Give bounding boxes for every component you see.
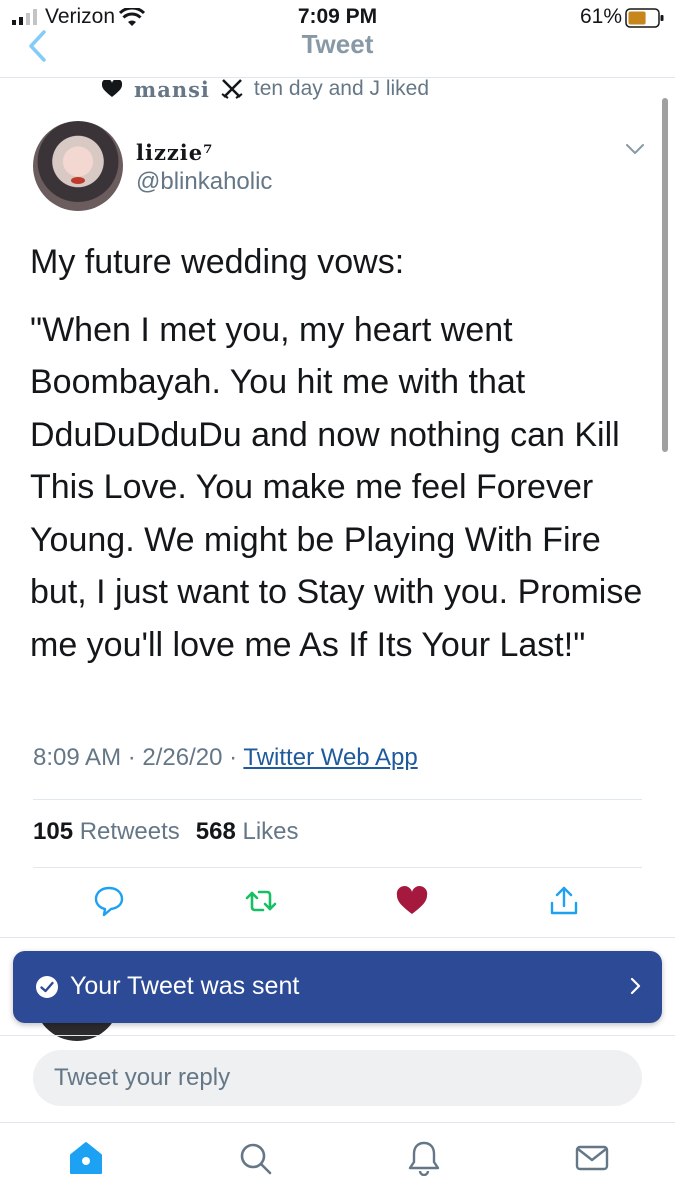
tweet-text: My future wedding vows: "When I met you,… [30,236,655,671]
retweet-icon[interactable] [245,885,277,917]
heart-icon [102,80,122,97]
tweet-date: 2/26/20 [142,744,223,771]
tweet-paragraph: "When I met you, my heart went Boombayah… [30,310,643,664]
divider [0,1122,675,1123]
notifications-icon[interactable] [406,1140,442,1176]
tweet-stats: 105 Retweets 568 Likes [33,818,299,846]
share-icon[interactable] [548,885,580,917]
retweets-stat[interactable]: 105 Retweets [33,818,180,846]
like-icon[interactable] [396,885,428,917]
divider [0,937,675,938]
reply-placeholder: Tweet your reply [54,1064,231,1091]
messages-icon[interactable] [574,1140,610,1176]
divider [33,867,642,868]
meta-separator: · [127,744,136,771]
tweet-sent-toast[interactable]: Your Tweet was sent [13,951,662,1023]
scrollbar[interactable] [662,98,668,452]
tweet-meta: 8:09 AM · 2/26/20 · Twitter Web App [33,744,418,772]
tweet-source-link[interactable]: Twitter Web App [243,744,417,771]
nav-bar: Tweet [0,26,675,78]
tweet-paragraph: My future wedding vows: [30,243,405,281]
checkmark-icon [36,976,58,998]
battery-icon [625,8,664,28]
chevron-right-icon [630,977,641,995]
page-title: Tweet [301,29,374,59]
likes-stat[interactable]: 568 Likes [196,818,299,846]
reply-input[interactable]: Tweet your reply [33,1050,642,1106]
like-label: Likes [242,818,299,845]
social-context-text: ten day and J liked [253,77,430,100]
meta-separator: · [229,744,238,771]
like-count: 568 [195,818,236,845]
avatar-lips [71,177,85,184]
retweet-label: Retweets [79,818,180,845]
social-context-name: mansi [134,76,210,102]
retweet-count: 105 [33,818,74,845]
chevron-down-icon[interactable] [625,142,645,156]
reply-icon[interactable] [93,885,125,917]
user-handle[interactable]: @blinkaholic [136,168,272,196]
search-icon[interactable] [237,1140,273,1176]
divider [0,1035,675,1036]
crossed-swords-icon [221,79,243,99]
divider [33,799,642,800]
tweet-actions [0,885,675,925]
avatar[interactable] [33,121,123,211]
toast-message: Your Tweet was sent [70,972,300,1000]
social-context[interactable]: mansi ten day and J liked [102,74,429,104]
display-name[interactable]: lizzie⁷ [136,140,213,165]
home-icon[interactable] [68,1140,104,1176]
tweet-time: 8:09 AM [33,744,122,771]
